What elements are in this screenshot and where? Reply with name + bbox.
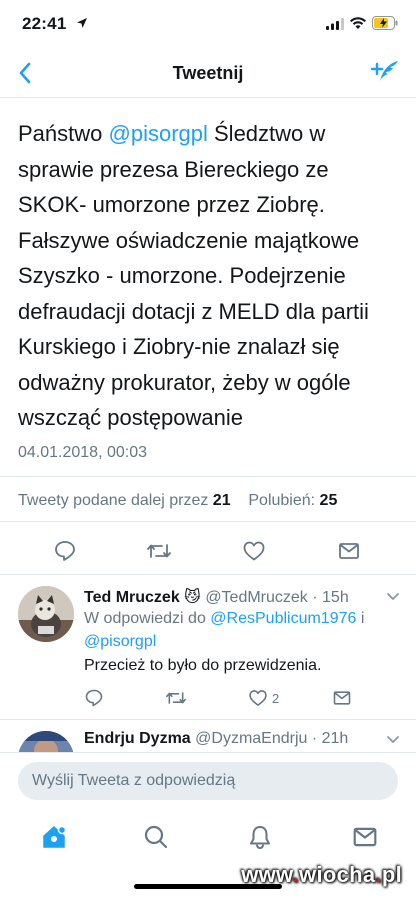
heart-icon xyxy=(249,690,267,706)
reply-author-name[interactable]: Ted Mruczek 😼 xyxy=(84,589,201,606)
retweet-icon xyxy=(147,544,171,558)
chevron-down-icon[interactable] xyxy=(386,592,400,602)
retweets-stat[interactable]: Tweety podane dalej przez 21 xyxy=(18,492,231,509)
wifi-icon xyxy=(350,17,366,29)
tweet-line: odważny prokurator, żeby w ogóle xyxy=(18,369,351,395)
tweet-timestamp: 04.01.2018, 00:03 xyxy=(18,444,148,461)
tweet-line: Państwo @pisorgpl Śledztwo w xyxy=(18,121,326,146)
notifications-bell-icon xyxy=(250,826,270,850)
divider xyxy=(0,476,416,477)
tweet-stats: Tweety podane dalej przez 21 Polubień: 2… xyxy=(18,492,337,510)
avatar[interactable] xyxy=(18,586,74,642)
like-count: 25 xyxy=(319,492,338,509)
tab-notifications[interactable] xyxy=(245,822,275,852)
reply-dm-button[interactable] xyxy=(332,686,352,710)
compose-tweet-button[interactable] xyxy=(368,56,402,90)
like-button[interactable] xyxy=(241,538,267,564)
envelope-icon xyxy=(339,543,359,559)
tab-search[interactable] xyxy=(141,822,171,852)
reply-header: Ted Mruczek 😼 @TedMruczek · 15h xyxy=(84,587,349,607)
chevron-down-icon[interactable] xyxy=(386,735,400,745)
status-time: 22:41 xyxy=(22,14,67,33)
tweet-line: defraudacji dotacji z MELD dla partii xyxy=(18,298,369,324)
mention-link[interactable]: @ResPublicum1976 xyxy=(210,610,356,627)
reply-actions: 2 xyxy=(84,686,384,710)
cellular-signal-icon xyxy=(326,18,344,30)
reply-like-count: 2 xyxy=(272,690,280,706)
reply-tweet[interactable]: Endrju Dyzma @DyzmaEndrju · 21h xyxy=(0,719,416,752)
tweet-line: Kurskiego i Ziobry-nie znalazł się xyxy=(18,334,340,359)
tweet-line: sprawie prezesa Biereckiego ze xyxy=(18,156,329,182)
reply-author-handle: @DyzmaEndrju · 21h xyxy=(195,730,349,747)
tweet-actions xyxy=(0,532,416,570)
nav-bar: Tweetnij xyxy=(0,48,416,98)
cat-photo-avatar xyxy=(18,586,74,642)
tweet-line: SKOK- umorzone przez Ziobrę. xyxy=(18,192,325,217)
reply-tweet[interactable]: Ted Mruczek 😼 @TedMruczek · 15h W odpowi… xyxy=(0,574,416,718)
in-reply-to-cont: @pisorgpl xyxy=(84,630,156,653)
avatar[interactable] xyxy=(18,731,74,752)
reply-text: Przecież to było do przewidzenia. xyxy=(84,657,322,674)
tab-home[interactable] xyxy=(39,822,69,852)
reply-bubble-icon xyxy=(55,541,75,561)
search-icon xyxy=(144,825,168,849)
reply-author-handle: @TedMruczek · 15h xyxy=(205,589,349,606)
reply-author-name[interactable]: Endrju Dyzma xyxy=(84,730,191,747)
compose-tweet-icon xyxy=(370,61,398,81)
watermark-logo: www.wiocha.pl xyxy=(241,862,402,887)
reply-retweet-button[interactable] xyxy=(165,686,187,710)
tweet-line: Szyszko - umorzone. Podejrzenie xyxy=(18,263,346,288)
reply-header: Endrju Dyzma @DyzmaEndrju · 21h xyxy=(84,730,348,748)
tweet-text: Państwo @pisorgpl Śledztwo w sprawie pre… xyxy=(18,116,403,436)
heart-icon xyxy=(243,541,265,561)
likes-stat[interactable]: Polubień: 25 xyxy=(248,492,337,509)
tab-messages[interactable] xyxy=(350,822,380,852)
battery-charging-icon xyxy=(372,16,398,30)
profile-photo-avatar xyxy=(18,731,74,752)
retweet-button[interactable] xyxy=(146,538,172,564)
home-icon xyxy=(43,825,67,848)
reply-like-button[interactable]: 2 xyxy=(248,686,279,710)
retweet-icon xyxy=(166,692,186,704)
mention-link[interactable]: @pisorgpl xyxy=(84,633,156,650)
messages-envelope-icon xyxy=(353,827,377,847)
share-dm-button[interactable] xyxy=(336,538,362,564)
status-bar: 22:41 xyxy=(0,0,416,48)
divider xyxy=(0,521,416,522)
in-reply-to: W odpowiedzi do @ResPublicum1976 i xyxy=(84,610,365,627)
retweet-count: 21 xyxy=(212,492,231,509)
location-arrow-icon xyxy=(77,18,87,28)
tweet-line: wszcząć postępowanie xyxy=(18,405,244,430)
tweet-line: Fałszywe oświadczenie majątkowe xyxy=(18,227,360,253)
mention-link[interactable]: @pisorgpl xyxy=(109,121,208,146)
reply-reply-button[interactable] xyxy=(84,686,104,710)
reply-composer xyxy=(0,752,416,808)
envelope-icon xyxy=(333,691,351,705)
reply-input[interactable] xyxy=(18,762,398,800)
page-title: Tweetnij xyxy=(172,63,244,83)
reply-bubble-icon xyxy=(85,689,103,707)
reply-button[interactable] xyxy=(52,538,78,564)
